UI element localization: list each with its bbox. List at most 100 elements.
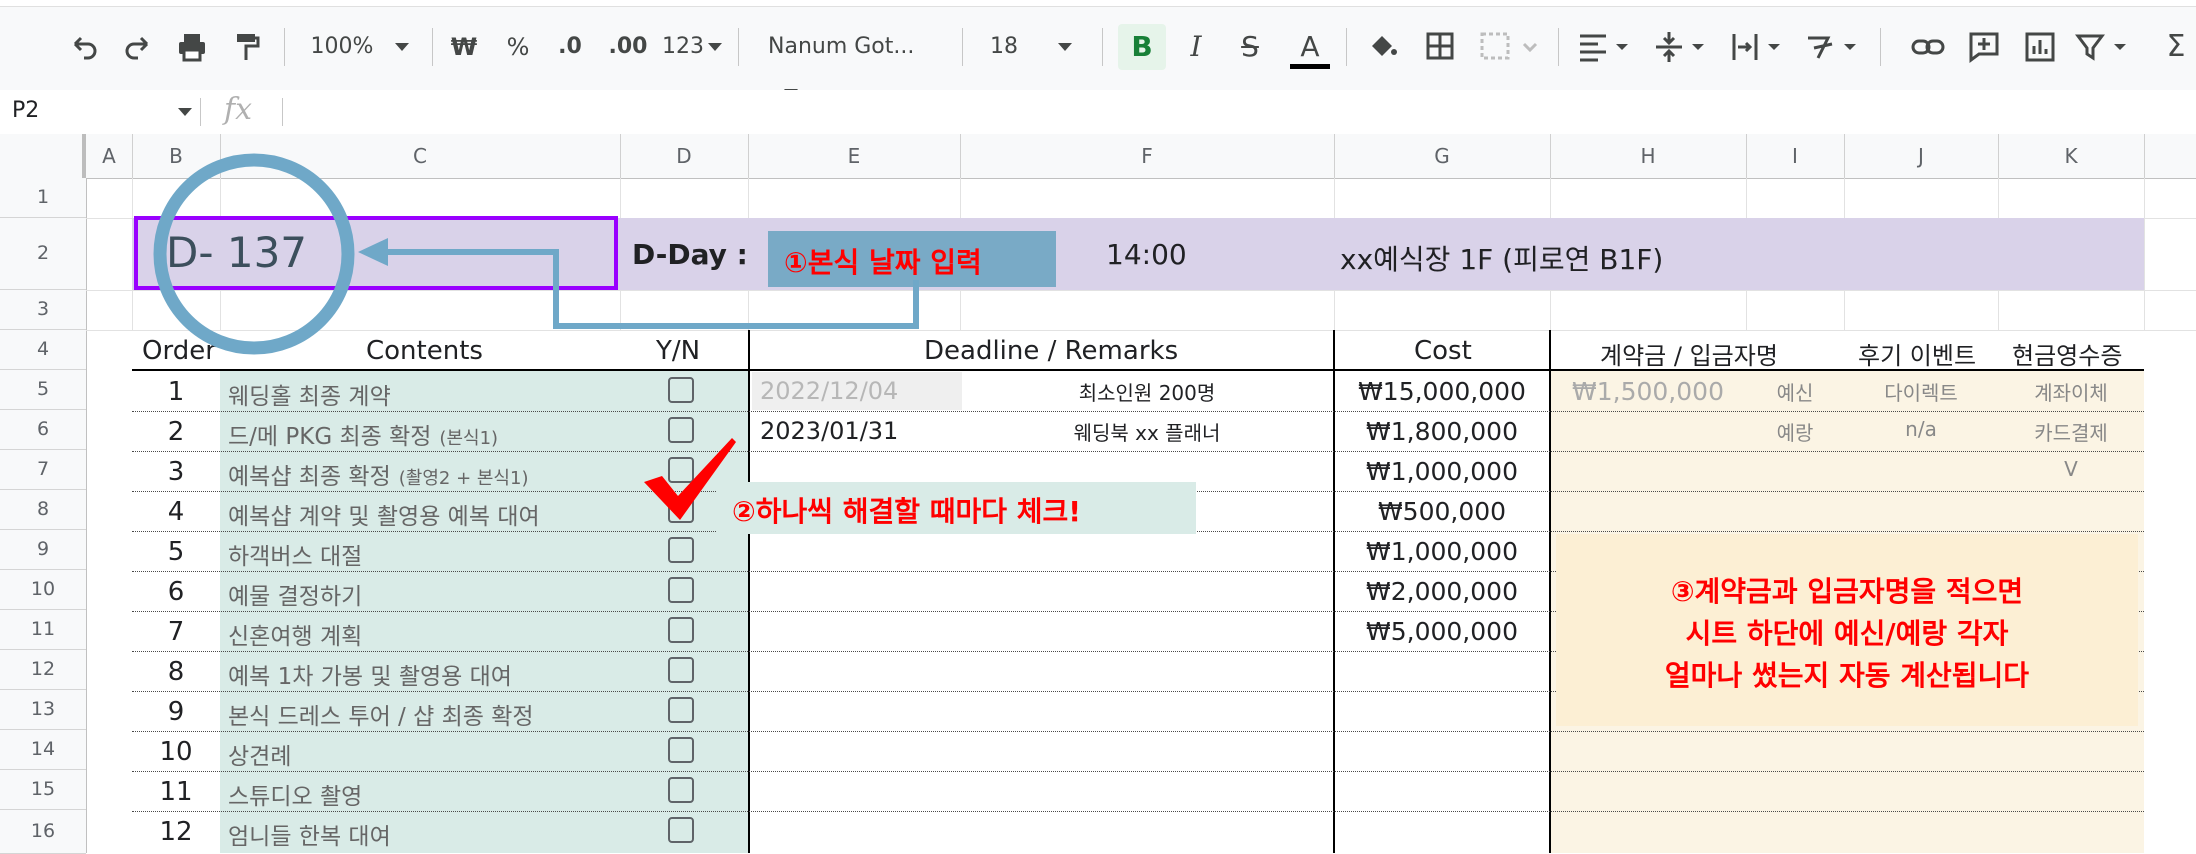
font-size-select[interactable]: 18 xyxy=(990,24,1090,70)
paint-format-icon[interactable] xyxy=(226,24,266,70)
strikethrough-button[interactable]: S xyxy=(1230,24,1270,70)
row-checkbox[interactable] xyxy=(668,777,694,803)
column-header-J[interactable]: J xyxy=(1844,134,1999,178)
row-header-7[interactable]: 7 xyxy=(0,450,86,490)
fill-color-icon[interactable] xyxy=(1360,24,1404,70)
row-checkbox[interactable] xyxy=(668,537,694,563)
deposit-tip-callout: ③계약금과 입금자명을 적으면 시트 하단에 예신/예랑 각자 얼마나 썼는지 … xyxy=(1556,534,2138,726)
row-cost: ₩1,000,000 xyxy=(1366,457,1518,486)
bold-button[interactable]: B xyxy=(1118,24,1166,70)
row-header-14[interactable]: 14 xyxy=(0,730,86,770)
row-header-6[interactable]: 6 xyxy=(0,410,86,450)
column-header-K[interactable]: K xyxy=(1998,134,2145,178)
row-content: 하객버스 대절 xyxy=(228,537,362,571)
row-content: 스튜디오 촬영 xyxy=(228,777,362,811)
row-cost: ₩1,000,000 xyxy=(1366,537,1518,566)
toolbar-divider xyxy=(1102,28,1103,66)
ceremony-venue: xx예식장 1F (피로연 B1F) xyxy=(1340,243,1664,276)
zoom-select[interactable]: 100% xyxy=(300,24,420,70)
row-header-9[interactable]: 9 xyxy=(0,530,86,570)
toolbar-top-strip xyxy=(0,0,2196,7)
italic-button[interactable]: I xyxy=(1176,24,1216,70)
redo-icon[interactable] xyxy=(118,24,158,70)
row-deadline: 2023/01/31 xyxy=(760,417,899,445)
row-checkbox[interactable] xyxy=(668,617,694,643)
increase-decimal-button[interactable]: .00 xyxy=(604,24,652,70)
merge-cells-icon[interactable] xyxy=(1476,24,1546,70)
row-header-3[interactable]: 3 xyxy=(0,290,86,330)
row-checkbox[interactable] xyxy=(668,657,694,683)
formula-divider xyxy=(200,98,201,126)
row-header-2[interactable]: 2 xyxy=(0,218,86,290)
row-cost: ₩1,800,000 xyxy=(1366,417,1518,446)
zoom-value: 100% xyxy=(310,34,374,59)
chevron-down-icon[interactable] xyxy=(178,108,192,116)
row-header-12[interactable]: 12 xyxy=(0,650,86,690)
column-separator xyxy=(748,330,750,853)
insert-comment-icon[interactable] xyxy=(1962,24,2006,70)
filter-icon[interactable] xyxy=(2072,24,2138,70)
row-receipt: 카드결제 xyxy=(2034,421,2108,445)
borders-icon[interactable] xyxy=(1418,24,1462,70)
horizontal-align-icon[interactable] xyxy=(1574,24,1640,70)
header-deposit: 계약금 / 입금자명 xyxy=(1600,342,1778,370)
text-rotation-icon[interactable] xyxy=(1802,24,1868,70)
name-box[interactable]: P2 xyxy=(12,98,39,123)
formula-input[interactable] xyxy=(290,94,2180,130)
row-header-13[interactable]: 13 xyxy=(0,690,86,730)
row-content: 상견례 xyxy=(228,737,291,771)
font-family-select[interactable]: Nanum Got... xyxy=(768,24,944,97)
toolbar-divider xyxy=(1558,28,1559,66)
row-content: 예복샵 계약 및 촬영용 예복 대여 xyxy=(228,497,540,531)
select-all-corner[interactable] xyxy=(0,134,86,178)
deposit-tip-line: 시트 하단에 예신/예랑 각자 xyxy=(1685,617,2009,650)
percent-format-button[interactable]: % xyxy=(500,24,536,70)
row-header-4[interactable]: 4 xyxy=(0,330,86,370)
row-content-text: 본식 드레스 투어 / 샵 최종 확정 xyxy=(228,704,534,730)
pointer-arrow xyxy=(380,249,919,329)
row-order: 12 xyxy=(159,817,193,847)
row-order: 4 xyxy=(167,497,185,527)
arrow-head xyxy=(358,238,388,266)
row-divider xyxy=(132,451,2144,452)
insert-link-icon[interactable] xyxy=(1906,24,1950,70)
column-header-I[interactable]: I xyxy=(1746,134,1845,178)
fx-icon: fx xyxy=(224,92,253,127)
row-content-text: 하객버스 대절 xyxy=(228,544,363,570)
chevron-down-icon xyxy=(395,43,410,51)
text-color-button[interactable]: A xyxy=(1288,24,1332,70)
more-formats-select[interactable]: 123 xyxy=(660,24,724,70)
deposit-tip-line: ③계약금과 입금자명을 적으면 xyxy=(1670,575,2024,608)
row-divider xyxy=(132,411,2144,412)
row-cost: ₩15,000,000 xyxy=(1358,377,1526,406)
row-review: n/a xyxy=(1905,417,1937,441)
row-order: 8 xyxy=(167,657,185,687)
print-icon[interactable] xyxy=(172,24,212,70)
column-header-G[interactable]: G xyxy=(1334,134,1551,178)
column-header-H[interactable]: H xyxy=(1550,134,1747,178)
toolbar: 100% ₩ % .0 .00 123 Nanum Got... 18 B I … xyxy=(0,0,2196,97)
row-header-1[interactable]: 1 xyxy=(0,178,86,218)
row-order: 3 xyxy=(167,457,185,487)
row-checkbox[interactable] xyxy=(668,377,694,403)
functions-icon[interactable]: Σ xyxy=(2158,24,2194,70)
row-header-16[interactable]: 16 xyxy=(0,810,86,854)
undo-icon[interactable] xyxy=(64,24,104,70)
row-header-15[interactable]: 15 xyxy=(0,770,86,810)
row-checkbox[interactable] xyxy=(668,577,694,603)
row-checkbox[interactable] xyxy=(668,737,694,763)
row-header-5[interactable]: 5 xyxy=(0,370,86,410)
insert-chart-icon[interactable] xyxy=(2018,24,2062,70)
row-checkbox[interactable] xyxy=(668,697,694,723)
row-header-10[interactable]: 10 xyxy=(0,570,86,610)
row-header-8[interactable]: 8 xyxy=(0,490,86,530)
row-checkbox[interactable] xyxy=(668,817,694,843)
row-cost: ₩2,000,000 xyxy=(1366,577,1518,606)
ceremony-time: 14:00 xyxy=(1106,238,1187,271)
text-color-letter: A xyxy=(1300,30,1320,63)
vertical-align-icon[interactable] xyxy=(1650,24,1716,70)
decrease-decimal-button[interactable]: .0 xyxy=(550,24,590,70)
currency-format-button[interactable]: ₩ xyxy=(446,24,482,70)
row-header-11[interactable]: 11 xyxy=(0,610,86,650)
text-wrap-icon[interactable] xyxy=(1726,24,1792,70)
